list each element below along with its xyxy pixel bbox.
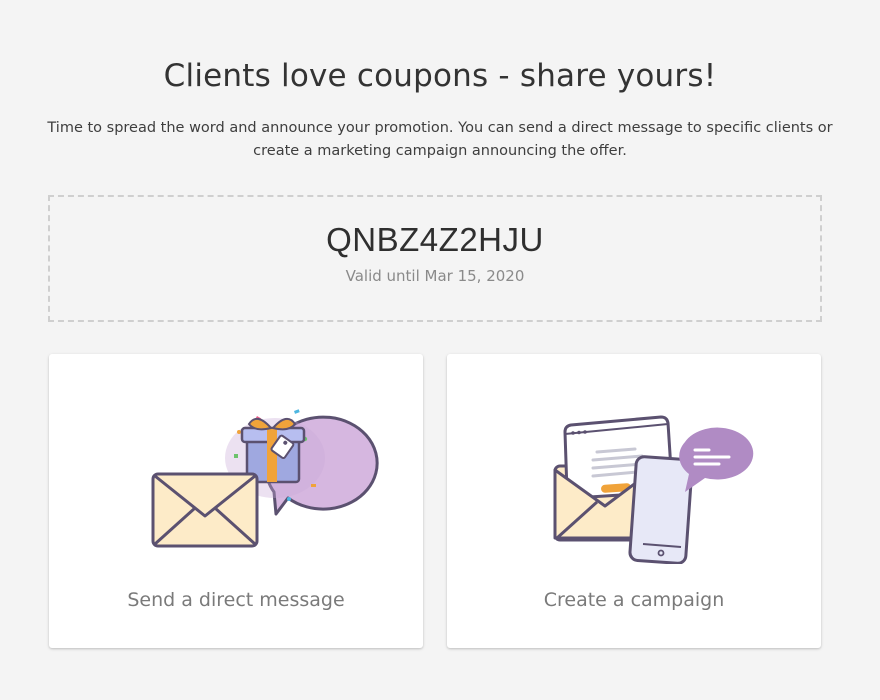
- page-description: Time to spread the word and announce you…: [47, 120, 833, 159]
- share-coupon-page: Clients love coupons - share yours! Time…: [0, 0, 880, 700]
- coupon-code-box: QNBZ4Z2HJU Valid until Mar 15, 2020: [48, 195, 822, 322]
- send-direct-message-label: Send a direct message: [127, 589, 345, 611]
- create-campaign-label: Create a campaign: [543, 589, 725, 611]
- envelope-gift-icon: [151, 409, 379, 548]
- coupon-code: QNBZ4Z2HJU: [326, 221, 544, 258]
- campaign-devices-icon: [553, 415, 754, 564]
- send-direct-message-card[interactable]: Send a direct message: [49, 354, 423, 648]
- create-campaign-card[interactable]: Create a campaign: [447, 354, 821, 648]
- coupon-validity: Valid until Mar 15, 2020: [345, 267, 525, 285]
- page-title: Clients love coupons - share yours!: [163, 58, 717, 94]
